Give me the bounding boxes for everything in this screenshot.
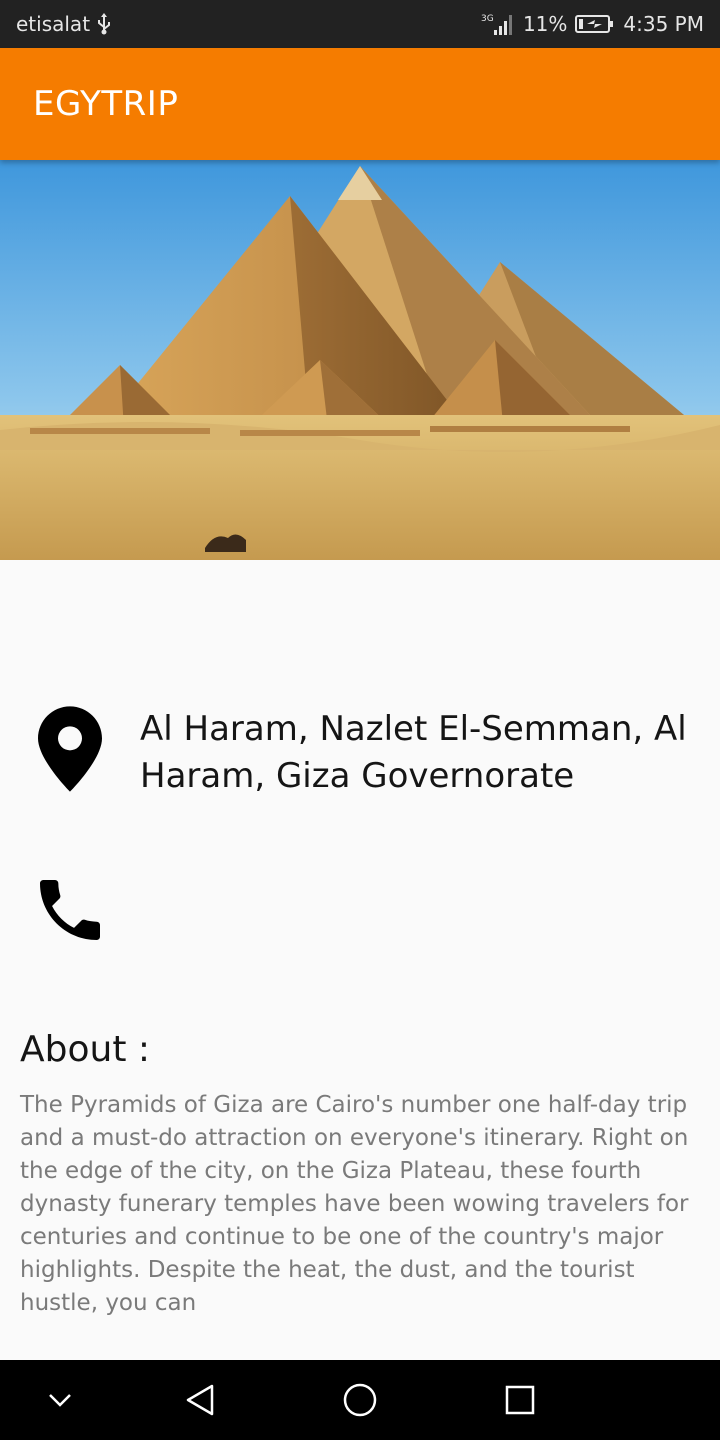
- battery-charging-icon: [575, 14, 615, 34]
- back-icon[interactable]: [180, 1380, 220, 1420]
- usb-icon: [96, 13, 112, 35]
- app-bar: EGYTRIP: [0, 48, 720, 160]
- address-row: Al Haram, Nazlet El-Semman, Al Haram, Gi…: [0, 700, 720, 810]
- status-indicators: 3G 11% 4:35 PM: [481, 10, 704, 38]
- recents-icon[interactable]: [500, 1380, 540, 1420]
- phone-icon[interactable]: [30, 870, 110, 954]
- hero-image-pyramids: [0, 160, 720, 560]
- network-type: 3G: [481, 14, 494, 24]
- about-heading: About :: [20, 1029, 151, 1070]
- address-text: Al Haram, Nazlet El-Semman, Al Haram, Gi…: [140, 709, 687, 796]
- collapse-chevron-icon[interactable]: [40, 1380, 80, 1420]
- clock: 4:35 PM: [623, 12, 704, 36]
- app-title: EGYTRIP: [33, 84, 179, 124]
- location-pin-icon[interactable]: [38, 706, 102, 796]
- home-icon[interactable]: [340, 1380, 380, 1420]
- navigation-bar: [0, 1360, 720, 1440]
- about-text: The Pyramids of Giza are Cairo's number …: [20, 1092, 689, 1316]
- carrier-name: etisalat: [16, 12, 91, 36]
- carrier-info: etisalat: [16, 12, 112, 36]
- battery-percent: 11%: [522, 12, 568, 36]
- signal-icon: 3G: [481, 12, 515, 36]
- status-bar: etisalat 3G 11% 4:35 PM: [0, 0, 720, 48]
